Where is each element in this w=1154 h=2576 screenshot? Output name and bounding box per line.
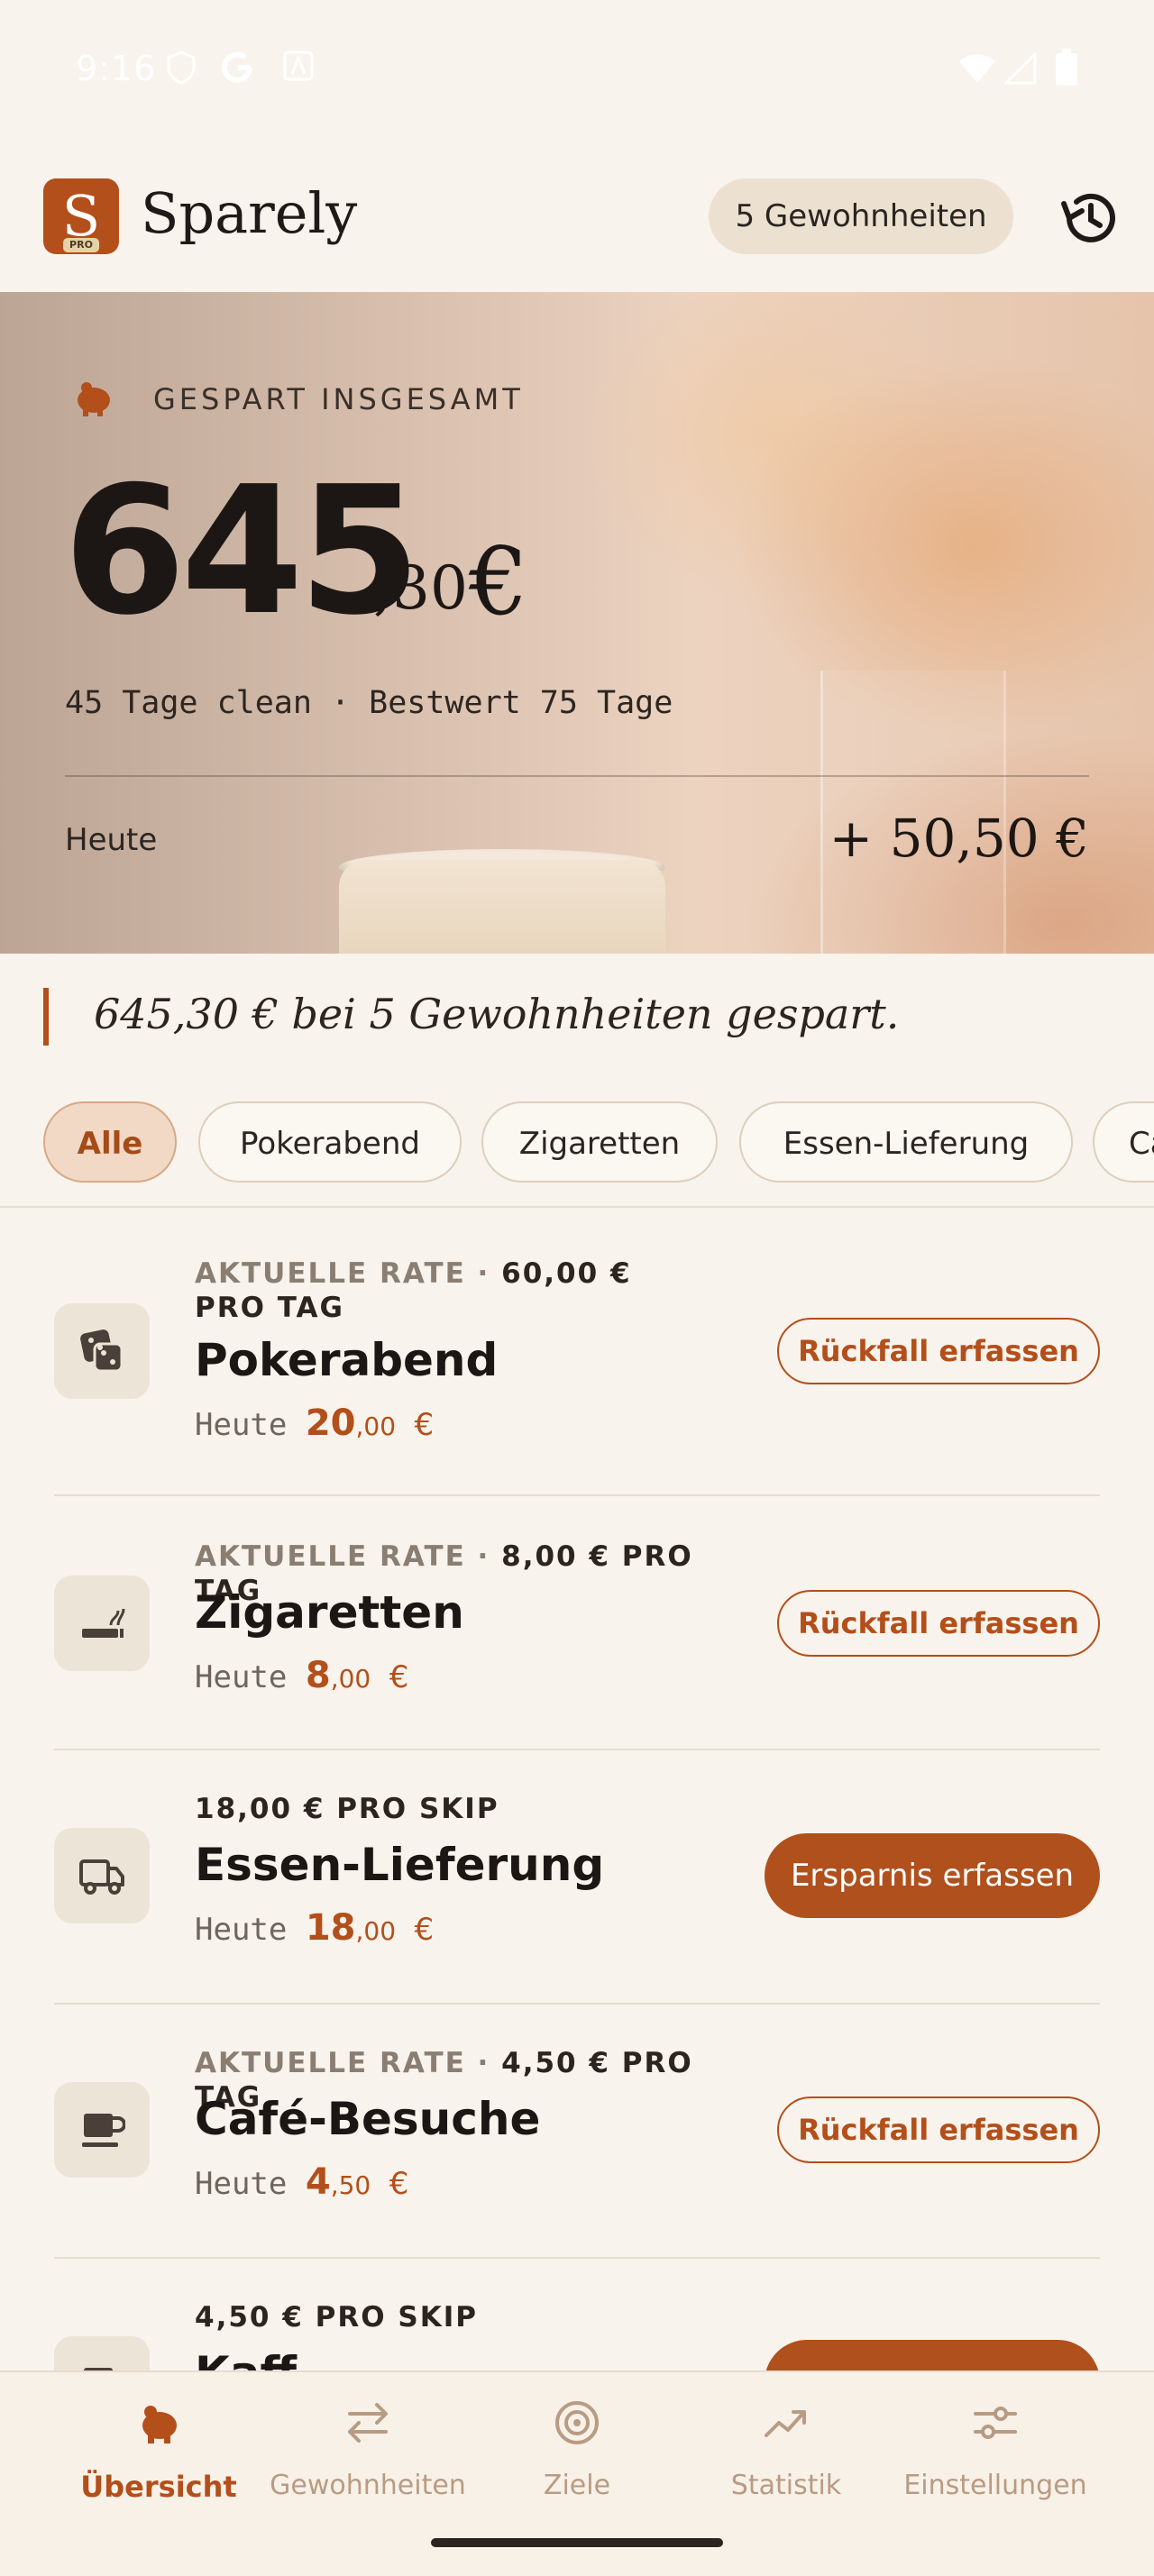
history-icon[interactable] xyxy=(1057,186,1122,251)
home-indicator[interactable] xyxy=(431,2538,723,2547)
piggy-bank-icon xyxy=(78,382,110,416)
streak-text: 45 Tage clean · Bestwert 75 Tage xyxy=(65,685,673,721)
habit-row-zigaretten[interactable]: AKTUELLE RATE · 8,00 € PRO TAG Zigarette… xyxy=(54,1498,1100,1750)
cigarette-icon xyxy=(82,1608,125,1638)
relapse-button[interactable]: Rückfall erfassen xyxy=(777,1318,1100,1384)
habit-rate: 18,00 € PRO SKIP xyxy=(195,1793,499,1825)
chips-divider xyxy=(0,1206,1154,1208)
nav-label: Übersicht xyxy=(80,2470,237,2504)
habit-name: Kaff xyxy=(195,2347,297,2370)
habit-name: Essen-Lieferung xyxy=(195,1839,605,1891)
nav-label: Gewohnheiten xyxy=(270,2470,466,2501)
chip-pokerabend[interactable]: Pokerabend xyxy=(198,1101,462,1183)
app-logo: S PRO xyxy=(43,178,119,254)
row-divider xyxy=(54,1494,1100,1496)
habit-row-essen-lieferung[interactable]: 18,00 € PRO SKIP Essen-Lieferung Heute 1… xyxy=(54,1752,1100,2005)
google-icon xyxy=(222,51,252,83)
app-store-icon xyxy=(283,50,314,81)
today-value: + 50,50 € xyxy=(829,808,1089,869)
target-icon xyxy=(555,2401,599,2444)
total-saved-whole: 645 xyxy=(63,449,421,654)
habit-icon-bg xyxy=(54,1576,150,1671)
wifi-icon xyxy=(959,54,995,83)
nav-gewohnheiten[interactable]: Gewohnheiten xyxy=(263,2372,472,2553)
habit-rate: 4,50 € PRO SKIP xyxy=(195,2301,478,2334)
habit-name: Zigaretten xyxy=(195,1586,464,1639)
relapse-button[interactable]: Rückfall erfassen xyxy=(777,2096,1100,2163)
chip-zigaretten[interactable]: Zigaretten xyxy=(481,1101,718,1183)
brand-name: Sparely xyxy=(141,180,358,246)
nav-label: Ziele xyxy=(543,2470,611,2501)
nav-statistik[interactable]: Statistik xyxy=(682,2372,891,2553)
chip-essen-lieferung[interactable]: Essen-Lieferung xyxy=(739,1101,1073,1183)
hero-divider xyxy=(65,775,1089,777)
habit-name: Pokerabend xyxy=(195,1334,499,1386)
truck-icon xyxy=(79,1859,124,1895)
pro-badge: PRO xyxy=(63,238,99,252)
row-divider xyxy=(54,1749,1100,1750)
habit-icon-bg xyxy=(54,2336,150,2370)
row-divider xyxy=(54,2257,1100,2259)
total-saved-decimals: ,30 xyxy=(373,553,468,623)
nav-ziele[interactable]: Ziele xyxy=(472,2372,682,2553)
habit-row-pokerabend[interactable]: AKTUELLE RATE · 60,00 € PRO TAG Pokerabe… xyxy=(54,1244,1100,1496)
savings-hero-card: GESPART INSGESAMT 645 ,30 € 45 Tage clea… xyxy=(0,292,1154,954)
coffee-cup-icon xyxy=(82,2114,125,2147)
habit-icon-bg xyxy=(54,2082,150,2178)
battery-icon xyxy=(1056,49,1077,86)
status-time: 9:16 xyxy=(76,49,157,88)
habit-icon-bg xyxy=(54,1828,150,1923)
sliders-icon xyxy=(974,2407,1017,2439)
nav-label: Einstellungen xyxy=(903,2470,1087,2501)
habit-today: Heute 18,00 € xyxy=(195,1907,435,1949)
savings-button[interactable] xyxy=(765,2340,1100,2370)
nav-uebersicht[interactable]: Übersicht xyxy=(54,2372,263,2553)
active-nav-indicator xyxy=(155,2416,164,2425)
summary-accent-bar xyxy=(43,988,49,1046)
habit-rate: AKTUELLE RATE · 60,00 € PRO TAG xyxy=(195,1257,632,1324)
habit-name: Café-Besuche xyxy=(195,2093,541,2145)
dice-icon xyxy=(80,1329,124,1373)
habits-count-pill[interactable]: 5 Gewohnheiten xyxy=(709,178,1013,254)
habit-icon-bg xyxy=(54,1303,150,1399)
swap-arrows-icon xyxy=(348,2403,388,2443)
app-bar: S PRO Sparely 5 Gewohnheiten xyxy=(0,135,1154,292)
summary-text: 645,30 € bei 5 Gewohnheiten gespart. xyxy=(94,990,900,1038)
status-bar: 9:16 xyxy=(0,0,1154,135)
total-saved-label: GESPART INSGESAMT xyxy=(153,382,524,416)
relapse-button[interactable]: Rückfall erfassen xyxy=(777,1590,1100,1657)
shield-icon xyxy=(167,50,196,85)
total-saved-currency: € xyxy=(469,526,529,636)
habit-row-kaffee[interactable]: 4,50 € PRO SKIP Kaff xyxy=(54,2261,1100,2370)
habit-today: Heute 8,00 € xyxy=(195,1655,409,1696)
chip-cafe-besuche[interactable]: Ca xyxy=(1093,1101,1154,1183)
cup-icon xyxy=(84,2368,113,2370)
row-divider xyxy=(54,2003,1100,2005)
habit-today: Heute 20,00 € xyxy=(195,1402,435,1444)
cup-decoration xyxy=(339,860,665,954)
signal-icon xyxy=(1004,52,1037,85)
habit-row-cafe-besuche[interactable]: AKTUELLE RATE · 4,50 € PRO TAG Café-Besu… xyxy=(54,2006,1100,2259)
nav-einstellungen[interactable]: Einstellungen xyxy=(891,2372,1100,2553)
today-label: Heute xyxy=(65,822,158,858)
nav-label: Statistik xyxy=(730,2470,842,2501)
trending-up-icon xyxy=(765,2410,806,2437)
habit-today: Heute 4,50 € xyxy=(195,2161,409,2203)
chip-alle[interactable]: Alle xyxy=(43,1101,177,1183)
savings-button[interactable]: Ersparnis erfassen xyxy=(765,1833,1100,1918)
